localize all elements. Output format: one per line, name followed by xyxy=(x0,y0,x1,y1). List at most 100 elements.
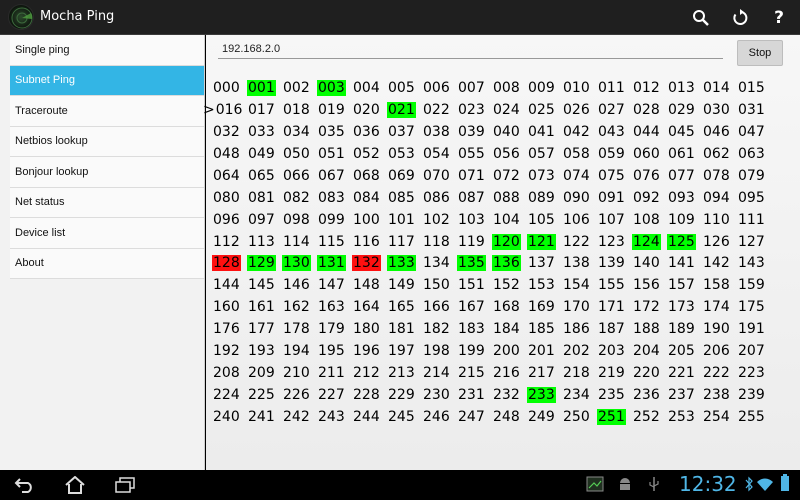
host-cell[interactable]: 005 xyxy=(387,80,422,96)
host-cell[interactable]: 014 xyxy=(702,80,737,96)
host-cell[interactable]: 226 xyxy=(282,387,317,403)
host-cell[interactable]: 225 xyxy=(247,387,282,403)
host-cell[interactable]: 012 xyxy=(632,80,667,96)
host-cell[interactable]: 173 xyxy=(667,299,702,315)
host-cell[interactable]: 044 xyxy=(632,124,667,140)
host-cell[interactable]: 163 xyxy=(317,299,352,315)
refresh-button[interactable] xyxy=(727,5,753,31)
host-cell[interactable]: 222 xyxy=(702,365,737,381)
host-cell[interactable]: 062 xyxy=(702,146,737,162)
host-cell[interactable]: 238 xyxy=(702,387,737,403)
host-cell[interactable]: 150 xyxy=(422,277,457,293)
host-cell[interactable]: 034 xyxy=(282,124,317,140)
host-cell[interactable]: 082 xyxy=(282,190,317,206)
host-cell[interactable]: 109 xyxy=(667,212,702,228)
host-cell[interactable]: 096 xyxy=(212,212,247,228)
host-cell[interactable]: 100 xyxy=(352,212,387,228)
host-cell[interactable]: 105 xyxy=(527,212,562,228)
sidebar-item-single-ping[interactable]: Single ping xyxy=(10,35,204,66)
host-cell[interactable]: 103 xyxy=(457,212,492,228)
host-cell[interactable]: 139 xyxy=(597,255,632,271)
host-cell[interactable]: 033 xyxy=(247,124,282,140)
host-cell[interactable]: 030 xyxy=(702,102,737,118)
host-cell[interactable]: 209 xyxy=(247,365,282,381)
host-cell[interactable]: 073 xyxy=(527,168,562,184)
host-cell[interactable]: 094 xyxy=(702,190,737,206)
host-cell[interactable]: 053 xyxy=(387,146,422,162)
host-cell[interactable]: 166 xyxy=(422,299,457,315)
host-cell[interactable]: 093 xyxy=(667,190,702,206)
host-cell[interactable]: 071 xyxy=(457,168,492,184)
host-cell[interactable]: 134 xyxy=(422,255,457,271)
host-cell[interactable]: 169 xyxy=(527,299,562,315)
host-cell[interactable]: 069 xyxy=(387,168,422,184)
host-cell[interactable]: 221 xyxy=(667,365,702,381)
android-debug-icon[interactable] xyxy=(618,476,632,496)
host-cell[interactable]: 182 xyxy=(422,321,457,337)
host-cell[interactable]: 236 xyxy=(632,387,667,403)
host-cell[interactable]: 013 xyxy=(667,80,702,96)
host-cell[interactable]: 177 xyxy=(247,321,282,337)
host-cell[interactable]: 048 xyxy=(212,146,247,162)
host-cell[interactable]: 148 xyxy=(352,277,387,293)
host-cell[interactable]: 133 xyxy=(387,255,422,272)
help-button[interactable]: ? xyxy=(766,5,792,31)
host-cell[interactable]: 239 xyxy=(737,387,772,403)
host-cell[interactable]: 217 xyxy=(527,365,562,381)
host-cell[interactable]: 057 xyxy=(527,146,562,162)
host-cell[interactable]: 164 xyxy=(352,299,387,315)
host-cell[interactable]: 170 xyxy=(562,299,597,315)
host-cell[interactable]: 083 xyxy=(317,190,352,206)
host-cell[interactable]: 187 xyxy=(597,321,632,337)
host-cell[interactable]: 066 xyxy=(282,168,317,184)
host-cell[interactable]: 054 xyxy=(422,146,457,162)
host-cell[interactable]: 244 xyxy=(352,409,387,425)
host-cell[interactable]: 185 xyxy=(527,321,562,337)
host-cell[interactable]: 116 xyxy=(352,234,387,250)
host-cell[interactable]: 228 xyxy=(352,387,387,403)
host-cell[interactable]: 251 xyxy=(597,409,632,426)
host-cell[interactable]: 050 xyxy=(282,146,317,162)
host-cell[interactable]: 101 xyxy=(387,212,422,228)
sidebar-item-device-list[interactable]: Device list xyxy=(10,218,204,249)
host-cell[interactable]: 003 xyxy=(317,79,352,96)
host-cell[interactable]: 242 xyxy=(282,409,317,425)
host-cell[interactable]: 001 xyxy=(247,79,282,96)
host-cell[interactable]: 168 xyxy=(492,299,527,315)
host-cell[interactable]: 203 xyxy=(597,343,632,359)
host-cell[interactable]: 230 xyxy=(422,387,457,403)
host-cell[interactable]: 157 xyxy=(667,277,702,293)
host-cell[interactable]: 137 xyxy=(527,255,562,271)
host-cell[interactable]: 247 xyxy=(457,409,492,425)
host-cell[interactable]: 194 xyxy=(282,343,317,359)
sidebar-item-bonjour-lookup[interactable]: Bonjour lookup xyxy=(10,157,204,188)
host-cell[interactable]: 063 xyxy=(737,146,772,162)
host-cell[interactable]: 068 xyxy=(352,168,387,184)
host-cell[interactable]: 051 xyxy=(317,146,352,162)
host-cell[interactable]: 020 xyxy=(352,102,387,118)
host-cell[interactable]: 249 xyxy=(527,409,562,425)
host-cell[interactable]: 035 xyxy=(317,124,352,140)
host-cell[interactable]: 107 xyxy=(597,212,632,228)
host-cell[interactable]: 152 xyxy=(492,277,527,293)
host-cell[interactable]: 147 xyxy=(317,277,352,293)
host-cell[interactable]: 206 xyxy=(702,343,737,359)
host-cell[interactable]: 113 xyxy=(247,234,282,250)
host-cell[interactable]: 043 xyxy=(597,124,632,140)
host-cell[interactable]: 095 xyxy=(737,190,772,206)
sidebar-item-traceroute[interactable]: Traceroute xyxy=(10,96,204,127)
host-cell[interactable]: 117 xyxy=(387,234,422,250)
host-cell[interactable]: 011 xyxy=(597,80,632,96)
host-cell[interactable]: 149 xyxy=(387,277,422,293)
host-cell[interactable]: 232 xyxy=(492,387,527,403)
host-cell[interactable]: 122 xyxy=(562,234,597,250)
host-cell[interactable]: 130 xyxy=(282,255,317,272)
host-cell[interactable]: 146 xyxy=(282,277,317,293)
host-cell[interactable]: 216 xyxy=(492,365,527,381)
host-cell[interactable]: 197 xyxy=(387,343,422,359)
host-cell[interactable]: 064 xyxy=(212,168,247,184)
host-cell[interactable]: 245 xyxy=(387,409,422,425)
host-cell[interactable]: 132 xyxy=(352,255,387,272)
sidebar-item-net-status[interactable]: Net status xyxy=(10,187,204,218)
host-cell[interactable]: 178 xyxy=(282,321,317,337)
